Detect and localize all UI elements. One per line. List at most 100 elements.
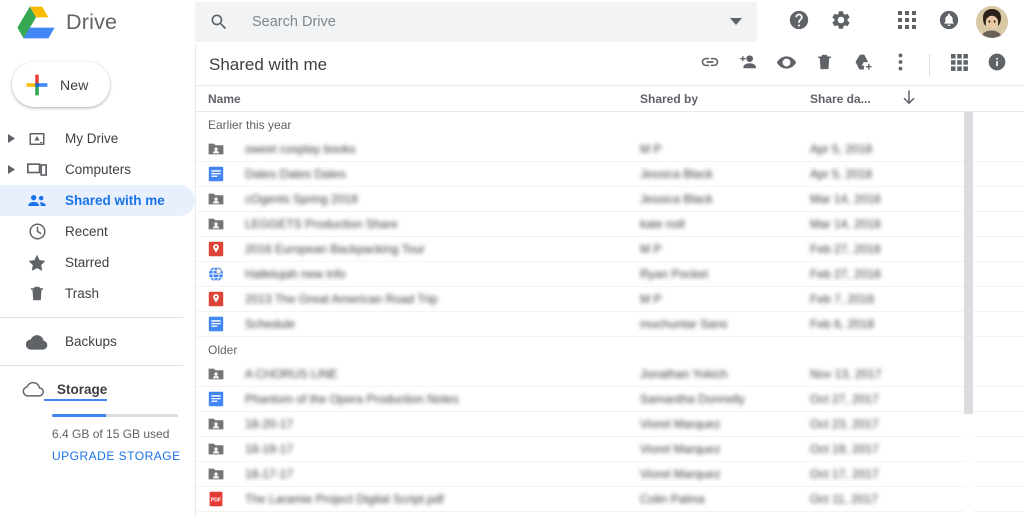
file-name: 18-20-17 [245, 417, 294, 431]
share-button[interactable] [729, 46, 767, 84]
sidebar-item-label: Starred [65, 255, 110, 270]
table-row[interactable]: sweet cosplay books M P Apr 5, 2018 [196, 137, 1024, 162]
page-header: Shared with me [196, 44, 1024, 85]
link-icon [700, 52, 720, 77]
account-avatar-button[interactable] [970, 1, 1014, 43]
grid-view-button[interactable] [940, 46, 978, 84]
sort-direction-button[interactable] [890, 89, 930, 108]
sidebar-item-computers[interactable]: Computers [0, 154, 195, 185]
cell-shared-by: M P [640, 142, 662, 156]
file-name: LEGGETS Production Share [245, 217, 398, 231]
cell-name: 2016 European Backpacking Tour [196, 241, 640, 257]
table-row[interactable]: A CHORUS LINE Jonathan Yokich Nov 13, 2017 [196, 362, 1024, 387]
settings-button[interactable] [820, 1, 862, 43]
sidebar-divider [0, 317, 183, 318]
expand-caret-icon[interactable] [0, 134, 22, 143]
file-group-label: Older [208, 342, 238, 357]
shared-folder-icon [208, 466, 224, 482]
person-add-icon [738, 52, 758, 77]
cell-share-date: Oct 27, 2017 [810, 392, 879, 406]
table-row[interactable]: Phantom of the Opera Production Notes Sam… [196, 387, 1024, 412]
sidebar-item-my-drive[interactable]: My Drive [0, 123, 195, 154]
cell-name: LEGGETS Production Share [196, 216, 640, 232]
cell-shared-by: muchuntar Sans [640, 317, 728, 331]
cell-shared-by: M P [640, 242, 662, 256]
storage-meter-fill [52, 414, 107, 417]
file-name: 18-19-17 [245, 442, 294, 456]
cell-shared-by: Jessica Black [640, 167, 713, 181]
top-bar-actions [761, 0, 1024, 44]
table-row[interactable]: 18-17-17 Viorel Marquez Oct 17, 2017 [196, 462, 1024, 487]
upgrade-storage-link[interactable]: UPGRADE STORAGE [52, 449, 195, 463]
table-row[interactable]: 18-19-17 Viorel Marquez Oct 19, 2017 [196, 437, 1024, 462]
cell-name: PDF The Laramie Project Digital Script.pd… [196, 491, 640, 507]
chevron-down-icon[interactable] [725, 11, 747, 33]
brand-name: Drive [66, 9, 118, 34]
search-wrapper [195, 0, 761, 44]
new-button-label: New [60, 76, 89, 93]
expand-caret-icon[interactable] [0, 165, 22, 174]
details-button[interactable] [978, 46, 1016, 84]
svg-text:PDF: PDF [211, 498, 221, 504]
more-actions-button[interactable] [881, 46, 919, 84]
trash-icon [22, 284, 52, 303]
table-row[interactable]: 2016 European Backpacking Tour M P Feb 27,… [196, 237, 1024, 262]
add-to-drive-button[interactable] [843, 46, 881, 84]
cell-shared-by: Jonathan Yokich [640, 367, 728, 381]
brand[interactable]: Drive [0, 0, 195, 44]
sidebar-item-starred[interactable]: Starred [0, 247, 195, 278]
table-row[interactable]: LEGGETS Production Share kate noll Mar 14,… [196, 212, 1024, 237]
scrollbar-thumb[interactable] [964, 112, 973, 414]
google-docs-icon [208, 391, 224, 407]
shared-folder-icon [208, 366, 224, 382]
cloud-filled-icon [22, 334, 52, 350]
column-header-name[interactable]: Name [196, 92, 640, 106]
cell-shared-by: Viorel Marquez [640, 417, 721, 431]
cell-share-date: Mar 14, 2018 [810, 217, 881, 231]
table-row[interactable]: cOgents Spring 2018 Jessica Black Mar 14, … [196, 187, 1024, 212]
table-row[interactable]: Dates Dates Dates Jessica Black Apr 5, 201… [196, 162, 1024, 187]
new-button[interactable]: New [12, 62, 110, 107]
top-bar: Drive [0, 0, 1024, 44]
cell-name: 18-17-17 [196, 466, 640, 482]
file-list-scrollbar[interactable] [964, 112, 973, 517]
avatar [976, 6, 1008, 38]
cell-share-date: Apr 5, 2018 [810, 167, 873, 181]
column-header-share-date[interactable]: Share da... [810, 92, 890, 106]
page-title: Shared with me [209, 54, 328, 74]
help-button[interactable] [778, 1, 820, 43]
computers-icon [22, 161, 52, 179]
sidebar-item-recent[interactable]: Recent [0, 216, 195, 247]
sidebar-item-backups[interactable]: Backups [0, 326, 195, 357]
grid-view-icon [950, 53, 968, 76]
storage-usage-text: 6.4 GB of 15 GB used [52, 427, 170, 441]
table-row[interactable]: PDF The Laramie Project Digital Script.pd… [196, 487, 1024, 512]
cell-shared-by: kate noll [640, 217, 685, 231]
table-row[interactable]: 18-20-17 Viorel Marquez Oct 23, 2017 [196, 412, 1024, 437]
apps-button[interactable] [886, 1, 928, 43]
preview-button[interactable] [767, 46, 805, 84]
file-group-label: Earlier this year [208, 117, 292, 132]
cell-shared-by: Jessica Black [640, 192, 713, 206]
remove-button[interactable] [805, 46, 843, 84]
file-name: The Laramie Project Digital Script.pdf [245, 492, 444, 506]
search-box[interactable] [195, 2, 757, 42]
table-row[interactable]: 2013 The Great American Road Trip M P Feb … [196, 287, 1024, 312]
sidebar-item-shared-with-me[interactable]: Shared with me [0, 185, 195, 216]
column-header-shared-by[interactable]: Shared by [640, 92, 810, 106]
google-docs-icon [208, 166, 224, 182]
table-row[interactable]: Hallelujah new info Ryan Pocket Feb 27, 20… [196, 262, 1024, 287]
shared-folder-icon [208, 141, 224, 157]
my-drive-icon [22, 130, 52, 148]
get-link-button[interactable] [691, 46, 729, 84]
table-row[interactable]: Schedule muchuntar Sans Feb 6, 2018 [196, 312, 1024, 337]
file-list[interactable]: Earlier this year sweet cosplay books M P A… [196, 112, 1024, 517]
notifications-button[interactable] [928, 1, 970, 43]
pdf-icon: PDF [208, 491, 224, 507]
sidebar-item-storage[interactable]: Storage [0, 376, 195, 407]
cell-shared-by: Ryan Pocket [640, 267, 709, 281]
shared-folder-icon [208, 441, 224, 457]
sidebar-item-trash[interactable]: Trash [0, 278, 195, 309]
search-input[interactable] [250, 13, 725, 31]
sidebar-item-label: Computers [65, 162, 132, 177]
